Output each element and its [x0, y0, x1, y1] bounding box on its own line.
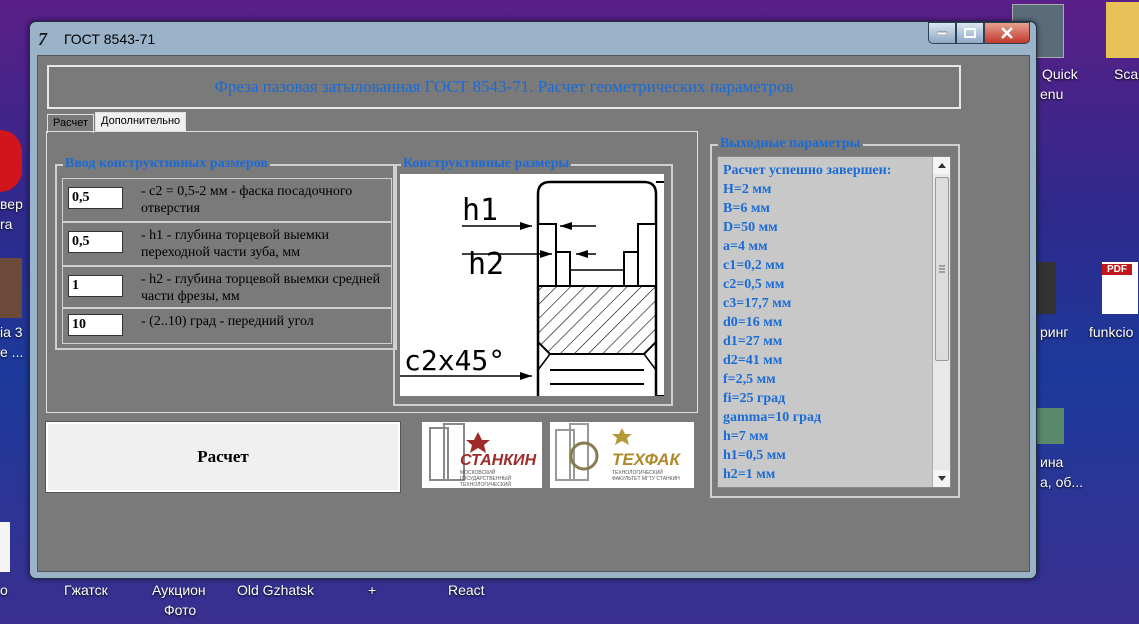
desktop-label-left-3: ia 3: [0, 324, 23, 340]
output-line: B=6 мм: [723, 201, 770, 216]
output-line: f=2,5 мм: [723, 372, 776, 387]
stankin-name: СТАНКИН: [460, 452, 537, 469]
desktop-label-foto: Фото: [164, 602, 197, 618]
stankin-logo: СТАНКИН МОСКОВСКИЙ ГОСУДАРСТВЕННЫЙ ТЕХНО…: [422, 422, 542, 488]
output-group-title: Выходные параметры: [718, 136, 863, 152]
h1-description: - h1 - глубина торцевой выемки переходно…: [141, 228, 330, 260]
scroll-up-button[interactable]: [933, 157, 950, 174]
grip-icon: [939, 265, 945, 273]
output-line: d2=41 мм: [723, 353, 783, 368]
output-line: gamma=10 град: [723, 410, 822, 425]
input-row-h2: - h2 - глубина торцевой выемки средней ч…: [62, 266, 392, 308]
output-line: h1=0,5 мм: [723, 448, 786, 463]
opera-icon[interactable]: [0, 130, 22, 192]
tehfak-logo: ТЕХФАК ТЕХНОЛОГИЧЕСКИЙ ФАКУЛЬТЕТ МГТУ СТ…: [550, 422, 694, 488]
output-list[interactable]: Расчет успешно завершен: H=2 мм B=6 мм D=50…: [717, 156, 951, 488]
h1-input[interactable]: [68, 231, 123, 253]
calculate-button[interactable]: Расчет: [45, 421, 401, 493]
inputs-group-title: Ввод конструктивных размеров: [63, 156, 270, 172]
window-controls: [928, 22, 1030, 44]
maximize-icon: [964, 28, 976, 38]
output-scrollbar[interactable]: [932, 157, 950, 487]
output-line: d1=27 мм: [723, 334, 783, 349]
desktop-label-plus: +: [368, 582, 377, 598]
output-line: c2=0,5 мм: [723, 277, 785, 292]
desktop-label-old-gzhatsk: Old Gzhatsk: [237, 582, 315, 598]
output-line: fi=25 град: [723, 391, 786, 406]
input-row-gamma: - (2..10) град - передний угол: [62, 308, 392, 344]
scroll-thumb[interactable]: [935, 177, 949, 361]
tab-dopolnitelno[interactable]: Дополнительно: [95, 112, 187, 131]
h2-description: - h2 - глубина торцевой выемки средней ч…: [141, 272, 381, 304]
inputs-group: Ввод конструктивных размеров - c2 = 0,5-…: [55, 156, 397, 350]
stankin-subtitle: МОСКОВСКИЙ ГОСУДАРСТВЕННЫЙ ТЕХНОЛОГИЧЕСК…: [460, 470, 512, 488]
photo-icon[interactable]: [1036, 408, 1064, 444]
input-row-c2: - c2 = 0,5-2 мм - фаска посадочного отве…: [62, 178, 392, 222]
folder-icon[interactable]: [1106, 2, 1139, 58]
dimension-drawing: h1 h2 c2x45°: [400, 174, 664, 397]
output-line: d0=16 мм: [723, 315, 783, 330]
tehfak-name: ТЕХФАК: [612, 450, 680, 469]
gamma-description: - (2..10) град - передний угол: [141, 314, 314, 329]
desktop-label-auction: Аукцион: [152, 582, 206, 598]
pdf-badge: PDF: [1102, 264, 1132, 275]
desktop-label-gzhatsk: Гжатск: [64, 582, 108, 598]
chevron-up-icon: [937, 163, 946, 168]
desktop-label-left-4: e ...: [0, 344, 24, 360]
cutter-drawing-svg: h1 h2 c2x45°: [400, 180, 664, 397]
close-button[interactable]: [984, 22, 1030, 44]
desktop-label-aob: а, об...: [1040, 474, 1084, 490]
output-line: Расчет успешно завершен:: [723, 163, 892, 178]
file-icon[interactable]: [0, 522, 10, 572]
output-line: D=50 мм: [723, 220, 778, 235]
minimize-icon: [937, 31, 947, 35]
output-line: c3=17,7 мм: [723, 296, 792, 311]
close-icon: [1001, 27, 1013, 39]
tehfak-subtitle: ТЕХНОЛОГИЧЕСКИЙ ФАКУЛЬТЕТ МГТУ СТАНКИН: [612, 470, 680, 482]
gamma-input[interactable]: [68, 314, 123, 336]
desktop-label-ina: ина: [1040, 454, 1064, 470]
h2-dimension-label: h2: [468, 247, 504, 282]
desktop-label-left-2: ra: [0, 216, 13, 232]
tab-panel: Ввод конструктивных размеров - c2 = 0,5-…: [46, 131, 698, 413]
desktop-label-funkcio: funkcio: [1089, 324, 1134, 340]
output-group: Выходные параметры Расчет успешно заверш…: [710, 136, 960, 498]
desktop-label-react: React: [448, 582, 485, 598]
desktop-label-quick: Quick: [1042, 66, 1078, 82]
desktop-label-ring: ринг: [1040, 324, 1069, 340]
chevron-down-icon: [937, 476, 946, 481]
output-line: H=2 мм: [723, 182, 772, 197]
window-title: ГОСТ 8543-71: [64, 31, 156, 47]
output-line: a=4 мм: [723, 239, 768, 254]
h2-input[interactable]: [68, 275, 123, 297]
minimize-button[interactable]: [928, 22, 956, 44]
output-line: c1=0,2 мм: [723, 258, 785, 273]
output-lines: Расчет успешно завершен: H=2 мм B=6 мм D=50…: [723, 161, 923, 484]
app-window: 7 ГОСТ 8543-71 Фреза пазовая затылованна…: [29, 21, 1037, 579]
desktop-label-left-1: вер: [0, 196, 23, 212]
desktop-label-enu: enu: [1040, 86, 1064, 102]
input-row-h1: - h1 - глубина торцевой выемки переходно…: [62, 222, 392, 266]
c2-dimension-label: c2x45°: [404, 344, 505, 377]
app-icon-right[interactable]: [1036, 262, 1056, 314]
client-area: Фреза пазовая затылованная ГОСТ 8543-71.…: [37, 55, 1030, 572]
page-title: Фреза пазовая затылованная ГОСТ 8543-71.…: [47, 65, 961, 109]
output-line: h2=1 мм: [723, 467, 776, 482]
scroll-down-button[interactable]: [933, 470, 950, 487]
drawing-group: Конструктивные размеры h1 h2 c2x45°: [393, 156, 673, 406]
output-line: h=7 мм: [723, 429, 769, 444]
c2-input[interactable]: [68, 187, 123, 209]
game-icon[interactable]: [0, 258, 22, 318]
app-logo-icon: 7: [38, 29, 47, 49]
drawing-group-title: Конструктивные размеры: [401, 156, 572, 172]
h1-dimension-label: h1: [462, 193, 498, 228]
desktop-label-left-5: o: [0, 582, 8, 598]
c2-description: - c2 = 0,5-2 мм - фаска посадочного отве…: [141, 184, 353, 216]
pdf-icon[interactable]: PDF: [1102, 262, 1138, 314]
desktop-label-sca: Sca: [1114, 66, 1139, 82]
title-bar[interactable]: 7 ГОСТ 8543-71: [30, 22, 1036, 56]
maximize-button[interactable]: [956, 22, 984, 44]
